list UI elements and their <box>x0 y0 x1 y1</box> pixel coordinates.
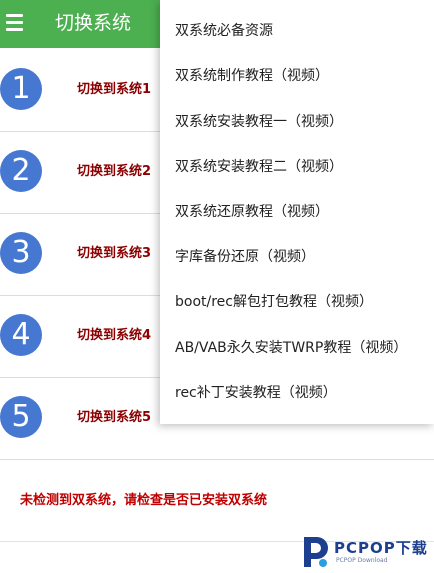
menu-item-resources[interactable]: 双系统必备资源 <box>175 21 273 41</box>
hamburger-menu-icon[interactable] <box>6 14 23 32</box>
system-number-badge: 2 <box>0 150 42 192</box>
system-number-badge: 3 <box>0 232 42 274</box>
menu-item-font-backup[interactable]: 字库备份还原（视频） <box>175 247 315 267</box>
menu-item-twrp[interactable]: AB/VAB永久安装TWRP教程（视频） <box>175 338 407 358</box>
menu-item-rec-patch[interactable]: rec补丁安装教程（视频） <box>175 383 337 403</box>
menu-item-restore-tutorial[interactable]: 双系统还原教程（视频） <box>175 202 329 222</box>
system-number-badge: 4 <box>0 314 42 356</box>
status-message: 未检测到双系统，请检查是否已安装双系统 <box>20 493 268 508</box>
overflow-dropdown-menu: 双系统必备资源 双系统制作教程（视频） 双系统安装教程一（视频） 双系统安装教程… <box>160 0 434 424</box>
switch-system-button[interactable]: 切换到系统2 <box>77 163 151 181</box>
watermark-logo: PCPOP下载 PCPOP Download <box>300 535 432 569</box>
watermark-sub: PCPOP Download <box>336 557 388 564</box>
menu-item-install-tutorial-1[interactable]: 双系统安装教程一（视频） <box>175 112 343 132</box>
page-title: 切换系统 <box>55 12 132 34</box>
switch-system-button[interactable]: 切换到系统1 <box>77 81 151 99</box>
switch-system-button[interactable]: 切换到系统5 <box>77 409 151 427</box>
switch-system-button[interactable]: 切换到系统4 <box>77 327 151 345</box>
menu-item-make-tutorial[interactable]: 双系统制作教程（视频） <box>175 66 329 86</box>
switch-system-button[interactable]: 切换到系统3 <box>77 245 151 263</box>
system-number-badge: 5 <box>0 396 42 438</box>
menu-item-boot-rec[interactable]: boot/rec解包打包教程（视频） <box>175 292 373 312</box>
system-number-badge: 1 <box>0 68 42 110</box>
menu-item-install-tutorial-2[interactable]: 双系统安装教程二（视频） <box>175 157 343 177</box>
watermark-brand: PCPOP下载 <box>334 539 428 557</box>
pcpop-logo-icon <box>304 537 328 567</box>
